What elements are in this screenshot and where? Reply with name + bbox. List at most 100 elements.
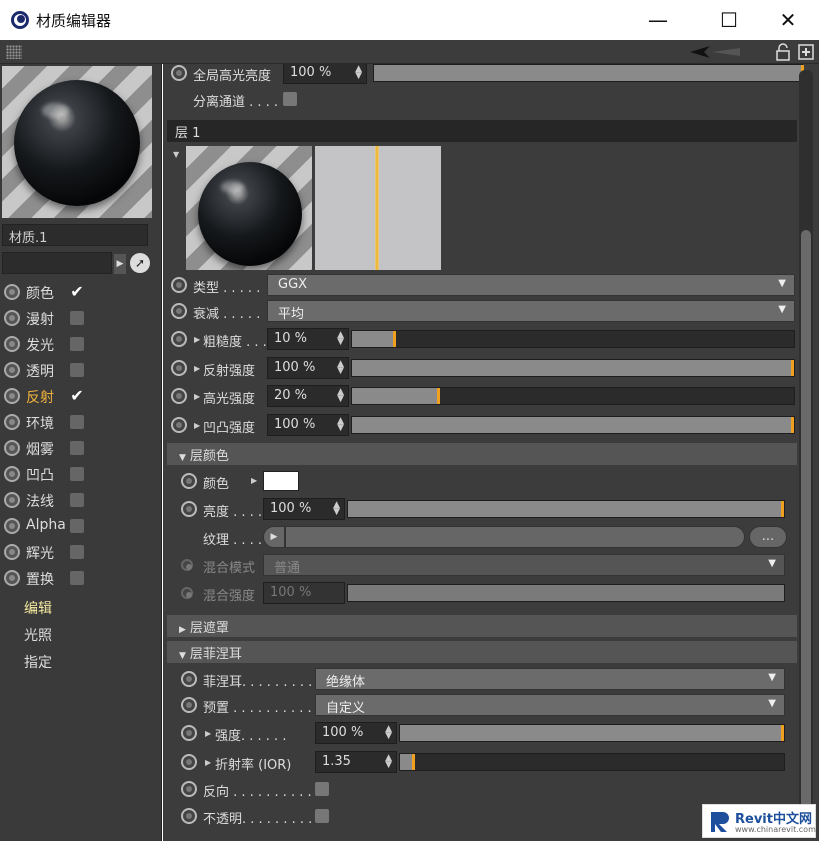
separate-pass-checkbox[interactable] <box>283 92 297 106</box>
channel-radio[interactable] <box>4 284 20 300</box>
channel-label[interactable]: 颜色 <box>26 283 54 303</box>
nav-assign[interactable]: 指定 <box>24 652 52 672</box>
channel-label[interactable]: 凹凸 <box>26 465 54 485</box>
channel-checkbox[interactable] <box>70 545 84 559</box>
texture-browse-button[interactable]: ... <box>749 526 787 548</box>
specular-strength-input[interactable]: 20 % ▲ ▼ <box>267 385 349 407</box>
vertical-scrollbar[interactable] <box>799 70 813 830</box>
ior-radio[interactable] <box>181 754 197 770</box>
layer-collapse-icon[interactable]: ▼ <box>173 150 179 159</box>
close-button[interactable]: ✕ <box>765 0 811 40</box>
channel-radio[interactable] <box>4 544 20 560</box>
attenuation-dropdown[interactable]: 平均 ▼ <box>267 300 795 322</box>
texture-slot[interactable] <box>285 526 745 548</box>
fresnel-strength-radio[interactable] <box>181 725 197 741</box>
blend-mode-radio[interactable] <box>181 559 193 571</box>
maximize-button[interactable]: ☐ <box>706 0 752 40</box>
preset-radio[interactable] <box>181 697 197 713</box>
channel-item[interactable]: 透明 <box>4 358 154 382</box>
layer-color-swatch[interactable] <box>263 471 299 491</box>
bump-strength-slider[interactable] <box>351 416 795 434</box>
roughness-radio[interactable] <box>171 331 187 347</box>
channel-label[interactable]: 法线 <box>26 491 54 511</box>
channel-radio[interactable] <box>4 518 20 534</box>
fresnel-dropdown[interactable]: 绝缘体 ▼ <box>315 668 785 690</box>
brightness-radio[interactable] <box>181 501 197 517</box>
reflection-strength-input[interactable]: 100 % ▲ ▼ <box>267 357 349 379</box>
channel-checkbox[interactable] <box>70 519 84 533</box>
channel-item[interactable]: 凹凸 <box>4 462 154 486</box>
global-highlight-radio[interactable] <box>171 65 187 81</box>
channel-label[interactable]: 置换 <box>26 569 54 589</box>
channel-item[interactable]: 烟雾 <box>4 436 154 460</box>
reflection-strength-expand-icon[interactable]: ▶ <box>194 364 200 373</box>
type-radio[interactable] <box>171 277 187 293</box>
bump-strength-radio[interactable] <box>171 417 187 433</box>
channel-label[interactable]: 环境 <box>26 413 54 433</box>
channel-label[interactable]: 漫射 <box>26 309 54 329</box>
minimize-button[interactable]: — <box>635 0 681 40</box>
panel-grip-icon[interactable] <box>6 45 22 59</box>
channel-item[interactable]: 反射 ✔ <box>4 384 154 408</box>
channel-checkbox[interactable] <box>70 571 84 585</box>
channel-item[interactable]: 置换 <box>4 566 154 590</box>
channel-checkbox[interactable] <box>70 493 84 507</box>
fresnel-radio[interactable] <box>181 671 197 687</box>
channel-item[interactable]: 辉光 <box>4 540 154 564</box>
channel-label[interactable]: 发光 <box>26 335 54 355</box>
channel-label[interactable]: 烟雾 <box>26 439 54 459</box>
channel-item[interactable]: 发光 <box>4 332 154 356</box>
roughness-expand-icon[interactable]: ▶ <box>194 335 200 344</box>
blend-strength-slider[interactable] <box>347 584 785 602</box>
blend-strength-radio[interactable] <box>181 587 193 599</box>
channel-label[interactable]: Alpha <box>26 517 66 533</box>
channel-checkbox[interactable] <box>70 441 84 455</box>
global-highlight-input[interactable]: 100 % ▲ ▼ <box>283 64 367 84</box>
fresnel-strength-expand-icon[interactable]: ▶ <box>205 729 211 738</box>
channel-radio[interactable] <box>4 388 20 404</box>
channel-label[interactable]: 透明 <box>26 361 54 381</box>
reflection-strength-slider[interactable] <box>351 359 795 377</box>
layer-brdf-graph[interactable] <box>315 146 441 270</box>
opaque-checkbox[interactable] <box>315 809 329 823</box>
ior-input[interactable]: 1.35 ▲ ▼ <box>315 751 397 773</box>
channel-checkbox[interactable]: ✔ <box>70 388 84 404</box>
brightness-slider[interactable] <box>347 500 785 518</box>
channel-radio[interactable] <box>4 466 20 482</box>
channel-checkbox[interactable]: ✔ <box>70 284 84 300</box>
new-window-icon[interactable] <box>798 44 814 60</box>
channel-checkbox[interactable] <box>70 415 84 429</box>
material-preview[interactable] <box>2 66 152 218</box>
channel-item[interactable]: 环境 <box>4 410 154 434</box>
channel-item[interactable]: 漫射 <box>4 306 154 330</box>
layer-color-section[interactable]: ▼ 层颜色 <box>167 443 797 465</box>
opaque-radio[interactable] <box>181 808 197 824</box>
channel-item[interactable]: 法线 <box>4 488 154 512</box>
texture-expand-icon[interactable]: ▶ <box>263 526 285 548</box>
nav-edit[interactable]: 编辑 <box>24 598 52 618</box>
channel-label[interactable]: 辉光 <box>26 543 54 563</box>
channel-radio[interactable] <box>4 414 20 430</box>
attenuation-radio[interactable] <box>171 303 187 319</box>
pick-cursor-icon[interactable]: ➚ <box>130 253 150 273</box>
channel-radio[interactable] <box>4 570 20 586</box>
channel-item[interactable]: Alpha <box>4 514 154 538</box>
fresnel-strength-slider[interactable] <box>399 724 785 742</box>
fresnel-strength-input[interactable]: 100 % ▲ ▼ <box>315 722 397 744</box>
layer-color-expand-icon[interactable]: ▶ <box>251 476 257 485</box>
channel-radio[interactable] <box>4 362 20 378</box>
specular-strength-radio[interactable] <box>171 388 187 404</box>
scrollbar-thumb[interactable] <box>801 230 811 830</box>
bump-strength-input[interactable]: 100 % ▲ ▼ <box>267 414 349 436</box>
blend-mode-dropdown[interactable]: 普通 ▼ <box>263 554 785 576</box>
channel-radio[interactable] <box>4 336 20 352</box>
invert-radio[interactable] <box>181 781 197 797</box>
material-filter-input[interactable] <box>2 252 112 274</box>
lock-icon[interactable] <box>776 43 790 61</box>
specular-strength-slider[interactable] <box>351 387 795 405</box>
channel-checkbox[interactable] <box>70 311 84 325</box>
preset-dropdown[interactable]: 自定义 ▼ <box>315 694 785 716</box>
reflection-strength-radio[interactable] <box>171 360 187 376</box>
channel-label[interactable]: 反射 <box>26 387 54 407</box>
channel-checkbox[interactable] <box>70 363 84 377</box>
